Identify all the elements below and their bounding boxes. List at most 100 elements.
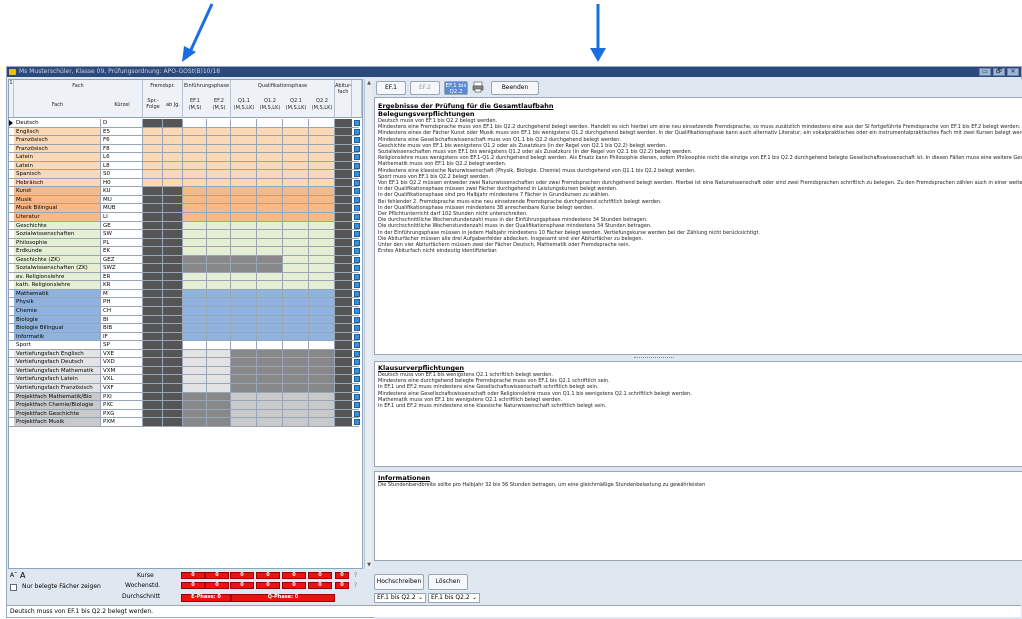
kurs-cell[interactable] <box>143 401 163 409</box>
table-row[interactable]: Biologie BI <box>9 315 360 325</box>
kurs-cell[interactable] <box>207 213 231 221</box>
table-row[interactable]: Vertiefungsfach Französisch VXF <box>9 383 360 393</box>
kurs-cell[interactable] <box>163 324 183 332</box>
kurs-cell[interactable] <box>183 230 207 238</box>
kurs-cell[interactable] <box>309 187 335 195</box>
kurs-cell[interactable] <box>231 358 257 366</box>
kurs-cell[interactable] <box>231 127 257 136</box>
kurs-cell[interactable] <box>207 119 231 127</box>
kurs-cell[interactable] <box>231 221 257 230</box>
kurs-cell[interactable] <box>183 161 207 170</box>
abiturfach-cell[interactable] <box>335 418 352 426</box>
row-select-icon[interactable] <box>354 333 360 340</box>
kurs-cell[interactable] <box>143 178 163 187</box>
kurs-cell[interactable] <box>231 238 257 247</box>
splitter-handle[interactable] <box>634 357 674 359</box>
kurs-cell[interactable] <box>283 418 309 426</box>
kurs-cell[interactable] <box>231 255 257 264</box>
kurs-cell[interactable] <box>183 136 207 144</box>
kurs-cell[interactable] <box>207 366 231 375</box>
kurs-cell[interactable] <box>183 195 207 204</box>
kurs-cell[interactable] <box>231 153 257 161</box>
kurs-cell[interactable] <box>283 187 309 195</box>
table-row[interactable]: Projektfach Geschichte PXG <box>9 409 360 419</box>
table-row[interactable]: Französisch F8 <box>9 144 360 154</box>
kurs-cell[interactable] <box>163 341 183 349</box>
kurs-cell[interactable] <box>309 272 335 281</box>
row-select-icon[interactable] <box>354 308 360 315</box>
kurs-cell[interactable] <box>163 153 183 161</box>
kurs-cell[interactable] <box>183 409 207 418</box>
abiturfach-cell[interactable] <box>335 221 352 230</box>
kurs-cell[interactable] <box>207 409 231 418</box>
kurs-cell[interactable] <box>257 144 283 153</box>
kurs-cell[interactable] <box>309 178 335 187</box>
table-row[interactable]: Biologie Bilingual BIB <box>9 324 360 333</box>
kurs-cell[interactable] <box>143 119 163 127</box>
loeschen-button[interactable]: Löschen <box>428 574 468 590</box>
kurs-cell[interactable] <box>257 298 283 307</box>
table-row[interactable]: Vertiefungsfach Deutsch VXD <box>9 358 360 367</box>
kurs-cell[interactable] <box>257 332 283 341</box>
kurs-cell[interactable] <box>207 127 231 136</box>
abiturfach-cell[interactable] <box>335 247 352 255</box>
abiturfach-cell[interactable] <box>335 392 352 401</box>
kurs-cell[interactable] <box>207 221 231 230</box>
table-row[interactable]: Informatik IF <box>9 332 360 342</box>
kurs-cell[interactable] <box>207 187 231 195</box>
abiturfach-cell[interactable] <box>335 341 352 349</box>
kurs-cell[interactable] <box>183 264 207 272</box>
table-row[interactable]: Literatur LI <box>9 213 360 222</box>
kurs-cell[interactable] <box>207 161 231 170</box>
abiturfach-cell[interactable] <box>335 298 352 307</box>
row-select-icon[interactable] <box>354 171 360 178</box>
kurs-cell[interactable] <box>183 204 207 213</box>
kurs-cell[interactable] <box>163 298 183 307</box>
abiturfach-cell[interactable] <box>335 264 352 272</box>
kurs-cell[interactable] <box>231 272 257 281</box>
font-larger-button[interactable]: A <box>20 571 25 580</box>
kurs-cell[interactable] <box>309 332 335 341</box>
kurs-cell[interactable] <box>183 315 207 324</box>
row-select-icon[interactable] <box>354 256 360 263</box>
kurs-cell[interactable] <box>143 392 163 401</box>
kurs-cell[interactable] <box>163 195 183 204</box>
row-select-icon[interactable] <box>354 316 360 323</box>
kurs-cell[interactable] <box>257 358 283 366</box>
kurs-cell[interactable] <box>163 272 183 281</box>
row-select-icon[interactable] <box>354 325 360 332</box>
abiturfach-cell[interactable] <box>335 281 352 289</box>
kurs-cell[interactable] <box>143 324 163 332</box>
kurs-cell[interactable] <box>257 247 283 255</box>
kurs-cell[interactable] <box>183 255 207 264</box>
kurs-cell[interactable] <box>143 358 163 366</box>
kurs-cell[interactable] <box>283 221 309 230</box>
row-select-icon[interactable] <box>354 273 360 280</box>
row-select-icon[interactable] <box>354 231 360 238</box>
kurs-cell[interactable] <box>163 136 183 144</box>
kurs-cell[interactable] <box>309 170 335 178</box>
kurs-cell[interactable] <box>231 170 257 178</box>
kurs-cell[interactable] <box>163 401 183 409</box>
table-row[interactable]: Hebräisch H0 <box>9 178 360 188</box>
kurs-cell[interactable] <box>183 298 207 307</box>
kurs-cell[interactable] <box>231 307 257 315</box>
kurs-cell[interactable] <box>309 383 335 392</box>
beenden-button[interactable]: Beenden <box>491 81 539 95</box>
kurs-cell[interactable] <box>183 144 207 153</box>
kurs-cell[interactable] <box>183 153 207 161</box>
table-scrollbar[interactable]: ▲ ▼ <box>364 79 372 569</box>
kurs-cell[interactable] <box>207 418 231 426</box>
row-select-icon[interactable] <box>354 282 360 289</box>
abiturfach-cell[interactable] <box>335 119 352 127</box>
abiturfach-cell[interactable] <box>335 170 352 178</box>
kurs-cell[interactable] <box>163 127 183 136</box>
kurs-cell[interactable] <box>257 170 283 178</box>
scroll-down-icon[interactable]: ▼ <box>366 562 372 568</box>
kurs-cell[interactable] <box>257 255 283 264</box>
abiturfach-cell[interactable] <box>335 375 352 383</box>
kurs-cell[interactable] <box>207 281 231 289</box>
scroll-up-icon[interactable]: ▲ <box>366 80 372 86</box>
kurs-cell[interactable] <box>163 358 183 366</box>
kurs-cell[interactable] <box>183 341 207 349</box>
